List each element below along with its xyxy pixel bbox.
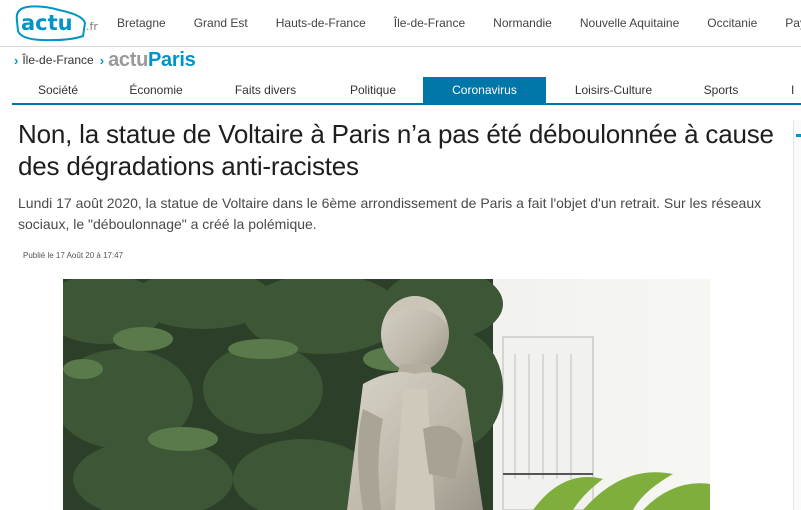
actu-logo[interactable]: actu .fr bbox=[11, 3, 109, 43]
category-tab-coronavirus[interactable]: Coronavirus bbox=[423, 77, 546, 103]
breadcrumb: › Île-de-France › actuParis bbox=[0, 47, 801, 73]
region-nav: Bretagne Grand Est Hauts-de-France Île-d… bbox=[117, 0, 801, 46]
region-link-occitanie[interactable]: Occitanie bbox=[707, 16, 757, 30]
logo-main-text: actu bbox=[21, 11, 73, 35]
category-tab-loisirs-culture[interactable]: Loisirs-Culture bbox=[546, 77, 681, 103]
category-tab-truncated[interactable]: I bbox=[761, 77, 801, 103]
region-link-ile-de-france[interactable]: Île-de-France bbox=[394, 16, 465, 30]
article-hero-image bbox=[63, 279, 710, 510]
category-tab-societe[interactable]: Société bbox=[12, 77, 104, 103]
actu-paris-brand[interactable]: actuParis bbox=[108, 48, 196, 72]
category-nav: Société Économie Faits divers Politique … bbox=[12, 77, 801, 105]
article-lead: Lundi 17 août 2020, la statue de Voltair… bbox=[18, 195, 762, 232]
brand-prefix: actu bbox=[108, 48, 148, 71]
top-bar: actu .fr Bretagne Grand Est Hauts-de-Fra… bbox=[0, 0, 801, 47]
region-link-grand-est[interactable]: Grand Est bbox=[194, 16, 248, 30]
category-tab-economie[interactable]: Économie bbox=[104, 77, 208, 103]
region-link-pays-de[interactable]: Pays de bbox=[785, 16, 801, 30]
region-link-hauts-de-france[interactable]: Hauts-de-France bbox=[276, 16, 366, 30]
publish-date: Publié le 17 Août 20 à 17:47 bbox=[23, 251, 124, 260]
category-tab-politique[interactable]: Politique bbox=[323, 77, 423, 103]
sidebar-accent bbox=[796, 134, 801, 137]
brand-city: Paris bbox=[148, 48, 196, 71]
statue-photo bbox=[63, 279, 710, 510]
chevron-right-icon: › bbox=[99, 52, 105, 68]
region-link-nouvelle-aquitaine[interactable]: Nouvelle Aquitaine bbox=[580, 16, 679, 30]
article-title: Non, la statue de Voltaire à Paris n’a p… bbox=[18, 119, 774, 181]
region-link-bretagne[interactable]: Bretagne bbox=[117, 16, 166, 30]
category-tab-faits-divers[interactable]: Faits divers bbox=[208, 77, 323, 103]
breadcrumb-region-link[interactable]: Île-de-France bbox=[22, 53, 93, 67]
right-sidebar-edge bbox=[793, 120, 801, 510]
logo-suffix-text: .fr bbox=[86, 20, 98, 33]
category-tab-sports[interactable]: Sports bbox=[681, 77, 761, 103]
chevron-right-icon: › bbox=[14, 52, 19, 68]
region-link-normandie[interactable]: Normandie bbox=[493, 16, 552, 30]
